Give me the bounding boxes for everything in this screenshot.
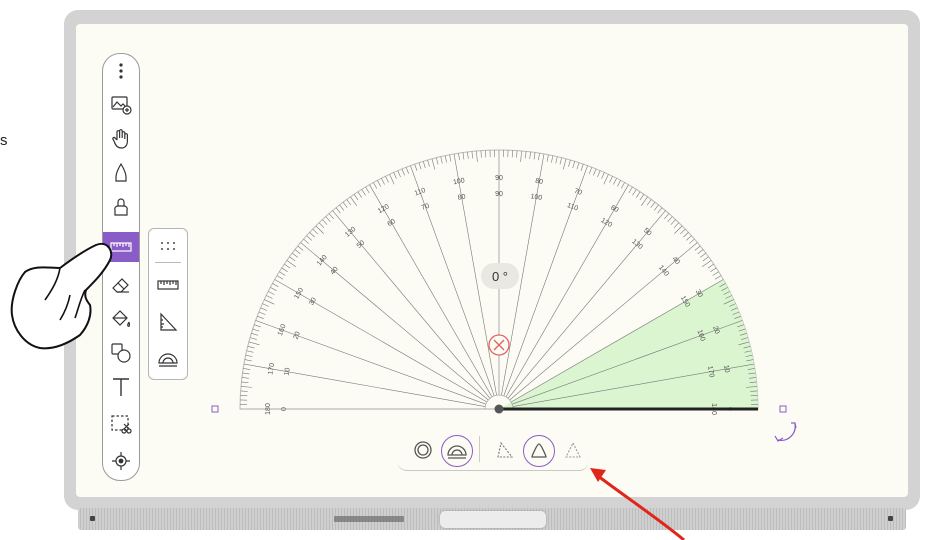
fill-bucket-icon xyxy=(112,310,131,327)
protractor-outer-label: 80 xyxy=(535,178,544,186)
semicircle-mode-button[interactable] xyxy=(441,435,473,467)
set-square-tool-button[interactable] xyxy=(153,309,183,335)
text-button[interactable] xyxy=(105,372,137,402)
triangle-left-button[interactable] xyxy=(493,438,517,462)
circle-mode-button[interactable] xyxy=(411,438,435,462)
circle-mode-icon xyxy=(414,441,432,459)
panel-more-button[interactable] xyxy=(153,233,183,259)
locate-icon xyxy=(112,452,130,470)
panel-divider xyxy=(155,262,181,263)
measure-tools-panel xyxy=(148,228,188,380)
protractor-inner-label: 90 xyxy=(495,191,503,198)
insert-image-button[interactable] xyxy=(105,89,137,119)
more-menu-icon xyxy=(119,63,123,79)
eraser-button[interactable] xyxy=(105,270,137,300)
triangle-right-icon xyxy=(565,441,581,458)
measure-tool-button[interactable] xyxy=(103,232,139,262)
shapes-button[interactable] xyxy=(105,338,137,368)
fill-button[interactable] xyxy=(105,304,137,334)
highlighter-icon xyxy=(114,198,128,216)
triangle-right-button[interactable] xyxy=(561,438,585,462)
protractor-inner-label: 80 xyxy=(457,193,466,201)
more-menu-button[interactable] xyxy=(105,56,137,86)
more-dots-icon xyxy=(161,242,175,250)
select-cut-button[interactable] xyxy=(105,410,137,440)
protractor-center-pivot xyxy=(494,404,504,414)
triangle-left-icon xyxy=(497,441,514,458)
pen-button[interactable] xyxy=(105,158,137,188)
ruler-tool-button[interactable] xyxy=(153,272,183,298)
triangle-center-icon xyxy=(531,443,547,458)
ruler-icon xyxy=(157,280,179,290)
protractor-options-bar xyxy=(397,430,589,471)
ruler-icon xyxy=(110,242,132,252)
protractor-outer-label: 10 xyxy=(722,364,730,373)
set-square-icon xyxy=(160,312,178,331)
insert-image-icon xyxy=(111,96,132,115)
angle-readout: 0 ° xyxy=(481,263,519,289)
eraser-icon xyxy=(112,278,129,293)
triangle-center-button[interactable] xyxy=(523,435,555,467)
highlighter-button[interactable] xyxy=(105,192,137,222)
semicircle-mode-icon xyxy=(447,445,467,459)
hand-pan-icon xyxy=(112,129,128,149)
protractor-icon xyxy=(158,353,178,367)
pen-icon xyxy=(115,162,127,182)
pan-button[interactable] xyxy=(105,124,137,154)
protractor-tool-button[interactable] xyxy=(153,345,183,371)
select-cut-icon xyxy=(111,415,132,434)
bar-divider xyxy=(479,436,480,462)
protractor-inner-label: 10 xyxy=(283,367,291,376)
left-toolbar xyxy=(102,53,140,481)
locate-button[interactable] xyxy=(105,446,137,476)
protractor-outer-label: 90 xyxy=(495,175,503,182)
shapes-icon xyxy=(111,343,131,363)
text-icon xyxy=(113,378,129,396)
